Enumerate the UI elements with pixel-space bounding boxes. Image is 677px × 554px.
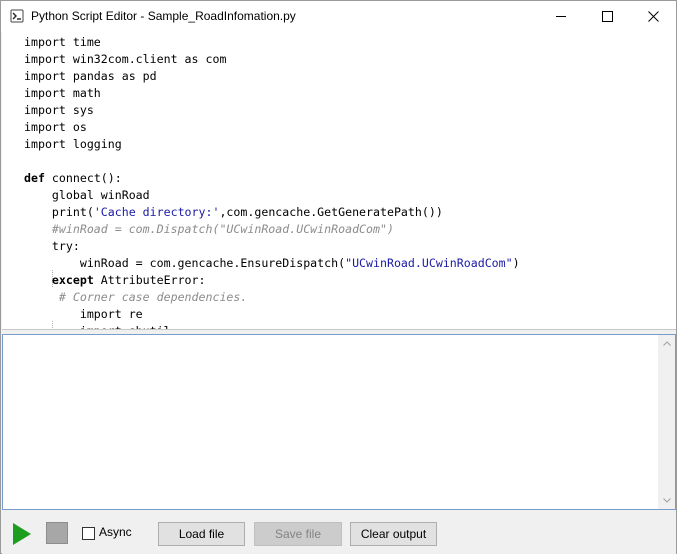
code-token: AttributeError:	[93, 273, 206, 287]
code-line: import win32com.client as com	[24, 51, 676, 68]
code-token: global winRoad	[24, 188, 150, 202]
code-text: import time import win32com.client as com…	[24, 34, 676, 329]
code-token: import pandas as pd	[24, 69, 157, 83]
close-icon	[647, 11, 659, 22]
code-editor[interactable]: import time import win32com.client as com…	[2, 32, 676, 330]
code-token: import time	[24, 35, 101, 49]
code-line: import shutil	[24, 323, 676, 329]
code-line: def connect():	[24, 170, 676, 187]
code-token: "UCwinRoad.UCwinRoadCom"	[345, 256, 513, 270]
code-line: import logging	[24, 136, 676, 153]
code-line: global winRoad	[24, 187, 676, 204]
code-line: import re	[24, 306, 676, 323]
stop-icon[interactable]	[46, 522, 68, 544]
output-panel	[2, 334, 676, 510]
editor-gutter	[2, 32, 19, 329]
code-token: def	[24, 171, 45, 185]
clear-output-button[interactable]: Clear output	[350, 522, 437, 546]
code-token: print(	[24, 205, 94, 219]
code-line: import time	[24, 34, 676, 51]
maximize-button[interactable]	[584, 1, 630, 32]
code-token: except	[51, 273, 94, 287]
title-bar[interactable]: Python Script Editor - Sample_RoadInfoma…	[1, 1, 676, 32]
close-button[interactable]	[630, 1, 676, 32]
code-line: # Corner case dependencies.	[24, 289, 676, 306]
code-token: 'Cache directory:'	[93, 205, 220, 219]
minimize-button[interactable]	[538, 1, 584, 32]
python-script-icon	[10, 9, 24, 23]
code-token: # Corner case dependencies.	[58, 290, 248, 304]
scroll-down-button[interactable]	[658, 492, 675, 509]
code-token: ,com.gencache.GetGeneratePath())	[219, 205, 443, 219]
code-line: import os	[24, 119, 676, 136]
code-line: except AttributeError:	[24, 272, 676, 289]
code-token: #winRoad = com.Dispatch("UCwinRoad.UCwin…	[51, 222, 394, 236]
code-line: import sys	[24, 102, 676, 119]
chevron-down-icon	[662, 498, 671, 503]
code-line: import math	[24, 85, 676, 102]
code-line: try:	[24, 238, 676, 255]
code-token: try:	[24, 239, 80, 253]
code-line: import pandas as pd	[24, 68, 676, 85]
code-token: import win32com.client as com	[24, 52, 227, 66]
output-console[interactable]	[5, 337, 655, 505]
python-script-editor-window: Python Script Editor - Sample_RoadInfoma…	[0, 0, 677, 554]
async-checkbox[interactable]	[82, 527, 95, 540]
play-icon[interactable]	[11, 522, 33, 546]
maximize-icon	[601, 11, 613, 22]
code-token: )	[512, 256, 520, 270]
bottom-toolbar: Async Load file Save file Clear output	[2, 510, 676, 554]
code-token: import math	[24, 86, 101, 100]
minimize-icon	[555, 16, 566, 17]
code-token: import sys	[24, 103, 94, 117]
code-line: winRoad = com.gencache.EnsureDispatch("U…	[24, 255, 676, 272]
code-token: import shutil	[24, 324, 171, 329]
output-scrollbar[interactable]	[658, 335, 675, 509]
code-token: import os	[24, 120, 87, 134]
code-token: connect():	[44, 171, 122, 185]
scroll-up-button[interactable]	[658, 335, 675, 352]
code-token: import logging	[24, 137, 122, 151]
code-line: print('Cache directory:',com.gencache.Ge…	[24, 204, 676, 221]
load-file-button[interactable]: Load file	[158, 522, 245, 546]
chevron-up-icon	[662, 341, 671, 346]
code-token: winRoad = com.gencache.EnsureDispatch(	[24, 256, 346, 270]
save-file-button[interactable]: Save file	[254, 522, 342, 546]
code-token: import re	[24, 307, 143, 321]
code-line: #winRoad = com.Dispatch("UCwinRoad.UCwin…	[24, 221, 676, 238]
async-label[interactable]: Async	[99, 525, 132, 539]
window-title: Python Script Editor - Sample_RoadInfoma…	[31, 9, 296, 23]
